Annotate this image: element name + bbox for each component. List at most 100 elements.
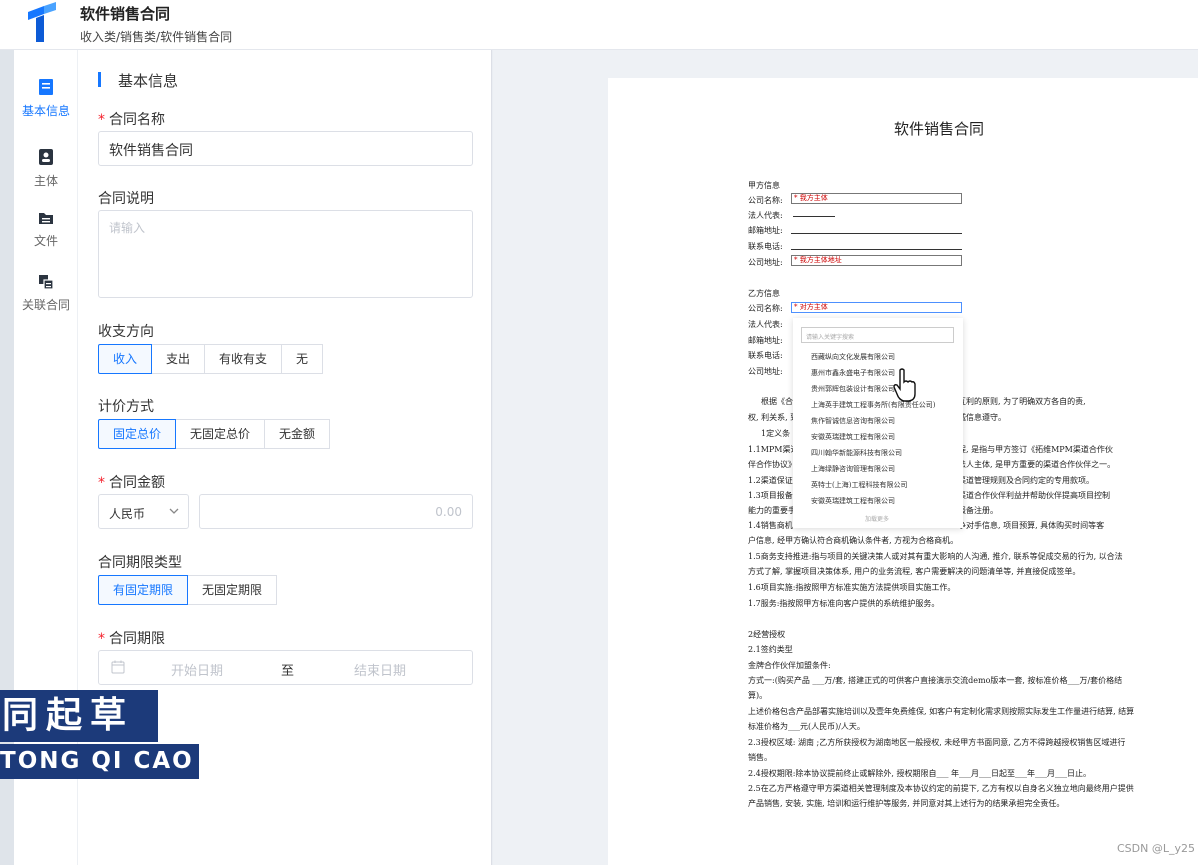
- term-type-option-fixed[interactable]: 有固定期限: [98, 575, 189, 605]
- app-header: 软件销售合同 收入类/销售类/软件销售合同: [0, 0, 1198, 50]
- body-fragment: 渠道合作伙伴利益并帮助伙伴提高项目控制: [958, 491, 1110, 500]
- sidebar: 基本信息 主体 文件 关联合同: [14, 50, 78, 865]
- party-a-field-label: 公司名称:: [748, 196, 783, 205]
- body-line: 产品销售, 安装, 实施, 培训和运行维护等服务, 并同意对其上述行为的结果承担…: [748, 799, 1065, 808]
- body-line: 1.7服务:指按照甲方标准向客户提供的系统维护服务。: [748, 599, 940, 608]
- body-line: 1.6项目实施:指按照甲方标准实施方法提供项目实施工作。: [748, 583, 956, 592]
- dropdown-option[interactable]: 安徽英瑞建筑工程有限公司: [811, 432, 895, 442]
- party-a-legal-field[interactable]: [793, 206, 835, 217]
- party-b-title: 乙方信息: [748, 289, 780, 298]
- pricing-option-no-amount[interactable]: 无金额: [264, 419, 331, 449]
- sidebar-item-label: 文件: [33, 234, 58, 248]
- party-a-company-field[interactable]: * 我方主体: [791, 193, 962, 204]
- body-fragment: 法人主体, 是甲方重要的渠道合作伙伴之一。: [958, 460, 1116, 469]
- app-logo: [28, 2, 56, 42]
- party-a-email-field[interactable]: [791, 223, 962, 234]
- body-line: 1.1MPM渠道: [748, 445, 799, 454]
- amount-label: * 合同金额: [98, 475, 165, 491]
- dropdown-search-input[interactable]: 请输入关键字搜索: [801, 327, 954, 343]
- term-type-segment: 有固定期限 无固定期限: [98, 575, 278, 605]
- currency-select[interactable]: 人民币: [98, 494, 189, 529]
- party-a-field-label: 公司地址:: [748, 258, 783, 267]
- direction-segment: 收入 支出 有收有支 无: [98, 344, 324, 374]
- party-b-company-field[interactable]: * 对方主体: [791, 302, 962, 313]
- body-line: 2.3授权区域: 湖南 ;乙方所获授权为湖南地区一般授权, 未经甲方书面同意, …: [748, 738, 1126, 747]
- body-line: 1定义条: [761, 429, 791, 438]
- party-b-field-label: 联系电话:: [748, 351, 783, 360]
- range-separator: 至: [281, 664, 295, 679]
- date-range-picker[interactable]: 开始日期 至 结束日期: [98, 650, 473, 685]
- party-a-field-label: 邮箱地址:: [748, 226, 783, 235]
- contract-name-label: * 合同名称: [98, 112, 165, 128]
- doc-title: 软件销售合同: [893, 120, 984, 138]
- sidebar-item-related-contracts[interactable]: 关联合同: [14, 274, 78, 313]
- watermark-title: 同起草: [0, 690, 158, 742]
- calendar-icon: [111, 660, 125, 674]
- body-line: 1.5商务支持推进:指与项目的关键决策人或对其有重大影响的人沟通, 推介, 联系…: [748, 552, 1123, 561]
- dropdown-option[interactable]: 四川翰华新能源科技有限公司: [811, 448, 902, 458]
- pricing-segment: 固定总价 无固定总价 无金额: [98, 419, 331, 449]
- body-line: 根据《合: [761, 397, 793, 406]
- direction-option-none[interactable]: 无: [281, 344, 324, 374]
- direction-option-expense[interactable]: 支出: [151, 344, 206, 374]
- contact-icon: [39, 149, 53, 165]
- dropdown-option[interactable]: 焦作智诚信息咨询有限公司: [811, 416, 895, 426]
- sidebar-item-entity[interactable]: 主体: [14, 148, 78, 189]
- chevron-down-icon: [169, 508, 179, 514]
- party-b-field-label: 公司名称:: [748, 304, 783, 313]
- contract-desc-label: 合同说明: [98, 191, 154, 207]
- pricing-option-variable[interactable]: 无固定总价: [175, 419, 266, 449]
- required-mark: *: [98, 112, 105, 128]
- sidebar-item-label: 主体: [33, 174, 58, 188]
- section-accent-bar: [98, 72, 101, 87]
- end-date-input[interactable]: 结束日期: [354, 660, 406, 679]
- body-fragment: 诚信息遵守。: [958, 413, 1006, 422]
- dropdown-option[interactable]: 西藏纵向文化发展有限公司: [811, 352, 895, 362]
- party-a-field-label: 联系电话:: [748, 242, 783, 251]
- body-line: 能力的重要手: [748, 506, 796, 515]
- body-line: 销售。: [748, 753, 772, 762]
- contract-name-input[interactable]: 软件销售合同: [98, 131, 473, 166]
- pricing-option-fixed[interactable]: 固定总价: [98, 419, 177, 449]
- section-title: 基本信息: [118, 72, 179, 90]
- body-fragment: 互利的原则, 为了明确双方各自的责,: [958, 397, 1086, 406]
- pricing-label: 计价方式: [98, 399, 154, 415]
- body-line: 2.4授权期限:除本协议提前终止或解除外, 授权期限自___ 年___月___日…: [748, 769, 1092, 778]
- body-line: 金牌合作伙伴加盟条件:: [748, 661, 831, 670]
- party-a-address-field[interactable]: * 我方主体地址: [791, 255, 962, 266]
- contract-desc-textarea[interactable]: 请输入: [98, 210, 473, 298]
- body-fragment: 争对手信息, 项目预算, 具体购买时间等客: [958, 521, 1105, 530]
- dropdown-option[interactable]: 贵州郭辉包装设计有限公司: [811, 384, 895, 394]
- body-line: 算)。: [748, 691, 768, 700]
- dropdown-load-more[interactable]: 加载更多: [865, 514, 889, 523]
- dropdown-option[interactable]: 惠州市鑫永盛电子有限公司: [811, 368, 895, 378]
- breadcrumb: 收入类/销售类/软件销售合同: [80, 30, 233, 44]
- dropdown-option[interactable]: 英特士(上海)工程科技有限公司: [811, 480, 907, 490]
- body-line: 1.4销售商机: [748, 521, 793, 530]
- amount-input[interactable]: 0.00: [199, 494, 473, 529]
- dropdown-option[interactable]: 安徽英瑞建筑工程有限公司: [811, 496, 895, 506]
- body-line: 2.5在乙方严格遵守甲方渠道相关管理制度及本协议约定的前提下, 乙方有权以自身名…: [748, 784, 1134, 793]
- term-type-option-open[interactable]: 无固定期限: [187, 575, 278, 605]
- dropdown-option[interactable]: 上海绿静咨询管理有限公司: [811, 464, 895, 474]
- hand-cursor-icon: [893, 368, 916, 402]
- start-date-input[interactable]: 开始日期: [171, 660, 223, 679]
- sidebar-item-basic-info[interactable]: 基本信息: [14, 78, 78, 119]
- link-contract-icon: [39, 275, 54, 290]
- body-fragment: 渠道管理规则及合同约定的专用款项。: [958, 476, 1094, 485]
- required-mark: *: [98, 475, 105, 491]
- party-a-phone-field[interactable]: [791, 239, 962, 250]
- body-line: 权, 利关系, 到: [748, 413, 799, 422]
- direction-option-both[interactable]: 有收有支: [204, 344, 283, 374]
- sidebar-item-files[interactable]: 文件: [14, 210, 78, 249]
- body-line: 标准价格为___元(人民币)/人天。: [748, 722, 865, 731]
- body-line: 上述价格包含产品部署实施培训以及壹年免费维保, 如客户有定制化需求则按照实际发生…: [748, 707, 1135, 716]
- sidebar-item-label: 关联合同: [21, 298, 70, 312]
- body-fragment: 报备注册。: [958, 506, 998, 515]
- body-fragment: 程, 是指与甲方签订《拓维MPM渠道合作伙: [958, 445, 1113, 454]
- party-a-field-label: 法人代表:: [748, 211, 783, 220]
- party-a-title: 甲方信息: [748, 181, 780, 190]
- party-b-field-label: 法人代表:: [748, 320, 783, 329]
- term-type-label: 合同期限类型: [98, 555, 182, 571]
- direction-option-income[interactable]: 收入: [98, 344, 153, 374]
